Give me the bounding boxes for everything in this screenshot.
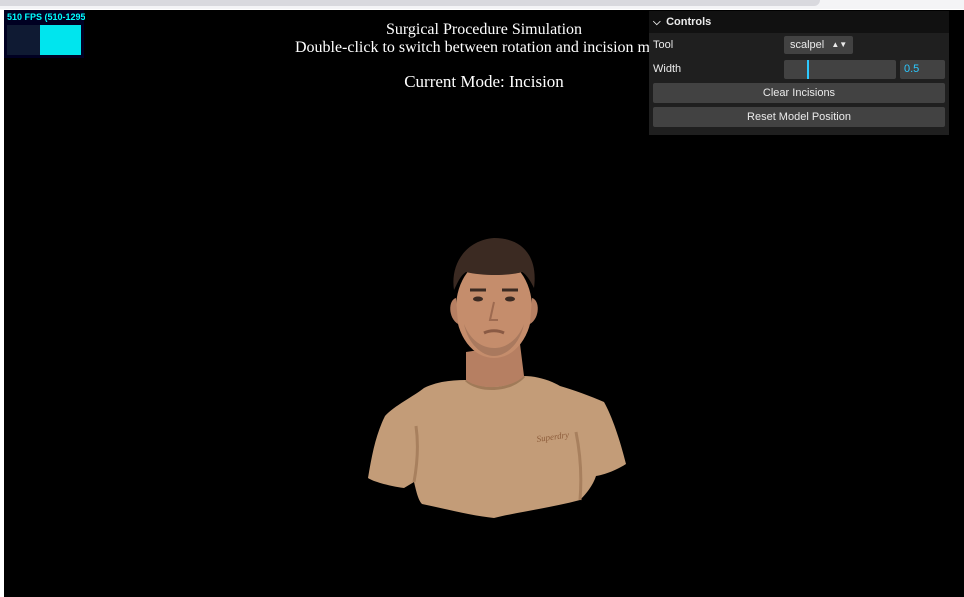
horizontal-scrollbar[interactable] <box>0 0 820 6</box>
tool-select[interactable]: scalpel ▲▼ <box>784 36 854 54</box>
tool-label: Tool <box>653 39 674 51</box>
controls-header[interactable]: ⌵ Controls <box>649 11 949 33</box>
controls-title: Controls <box>666 16 712 28</box>
width-number-input[interactable]: 0.5 <box>900 60 945 79</box>
clear-incisions-button[interactable]: Clear Incisions <box>653 83 945 103</box>
right-eye <box>505 296 515 302</box>
tool-row: Tool scalpel ▲▼ <box>649 33 949 57</box>
reset-model-position-button[interactable]: Reset Model Position <box>653 107 945 127</box>
render-canvas[interactable]: 510 FPS (510-1295) Surgical Procedure Si… <box>4 10 964 597</box>
reset-row: Reset Model Position <box>649 105 949 129</box>
left-eye <box>473 296 483 302</box>
tool-select-value: scalpel <box>790 39 825 51</box>
up-down-arrows-icon: ▲▼ <box>831 40 848 49</box>
browser-top-strip <box>0 0 964 9</box>
shirt-shape <box>368 376 626 518</box>
app-window: 510 FPS (510-1295) Surgical Procedure Si… <box>0 0 964 597</box>
person-3d-model[interactable]: Superdry <box>354 220 634 520</box>
chevron-down-icon: ⌵ <box>653 17 661 28</box>
width-slider[interactable] <box>784 60 896 79</box>
clear-row: Clear Incisions <box>649 81 949 105</box>
width-row: Width 0.5 <box>649 57 949 81</box>
width-label: Width <box>653 63 682 75</box>
width-slider-thumb[interactable] <box>807 60 809 79</box>
controls-panel: ⌵ Controls Tool scalpel ▲▼ Width 0.5 Cle… <box>649 11 949 135</box>
